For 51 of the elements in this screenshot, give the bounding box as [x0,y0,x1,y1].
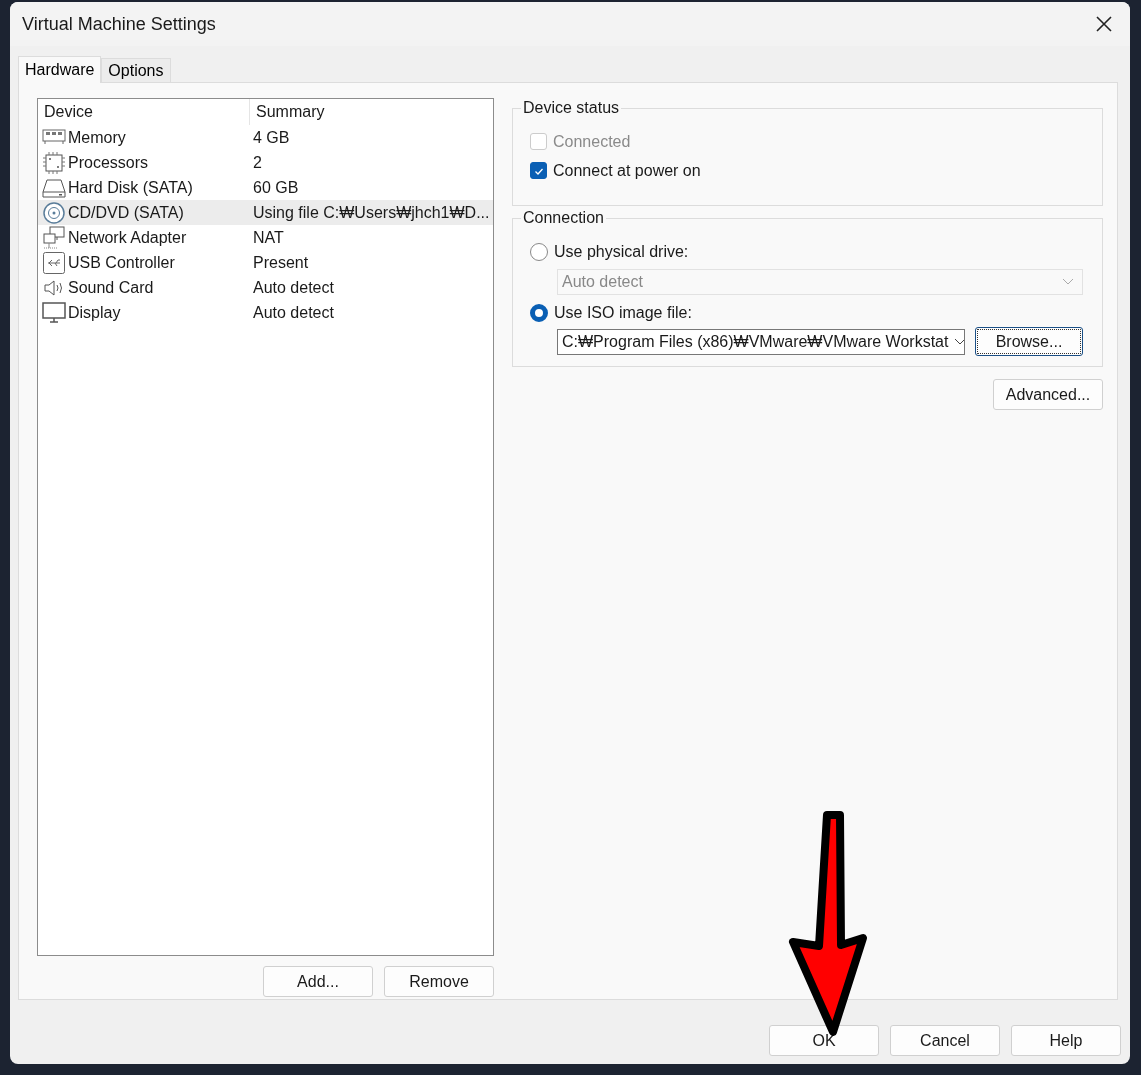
radio-label: Use physical drive: [554,242,689,261]
device-row[interactable]: Sound Card Auto detect [38,275,493,300]
device-summary: Auto detect [252,303,335,322]
device-name: CD/DVD (SATA) [68,203,184,222]
tab[interactable]: Options [101,58,171,82]
device-row[interactable]: Memory 4 GB [38,125,493,150]
column-header: Device [38,99,250,125]
device-summary: Auto detect [252,278,335,297]
checkbox[interactable] [530,162,547,179]
device-row[interactable]: Network Adapter NAT [38,225,493,250]
monitor-icon [42,300,66,325]
device-name: Processors [68,153,149,172]
network-computers-icon [42,225,66,250]
chevron-down-icon [954,337,964,346]
device-button[interactable]: Add... [263,966,373,997]
device-row[interactable]: Processors 2 [38,150,493,175]
window-title: Virtual Machine Settings [22,13,216,35]
tab[interactable]: Hardware [18,56,102,83]
chevron-down-icon [1062,278,1074,286]
device-summary: 2 [252,153,263,172]
checkbox-label: Connected [553,132,631,151]
device-summary: NAT [252,228,285,247]
device-summary: 60 GB [252,178,300,197]
processor-chip-icon [42,150,66,175]
checkbox-label: Connect at power on [553,161,701,180]
device-summary: Using file C:₩Users₩jhch1₩D... [252,203,491,222]
device-row[interactable]: USB Controller Present [38,250,493,275]
dropdown[interactable]: C:₩Program Files (x86)₩VMware₩VMware Workstat [557,328,965,355]
column-header: Summary [255,102,326,122]
device-row[interactable]: Hard Disk (SATA) 60 GB [38,175,493,200]
device-name: Hard Disk (SATA) [68,178,193,197]
device-row[interactable]: CD/DVD (SATA) Using file C:₩Users₩jhch1₩D... [38,200,493,225]
radio-label: Use ISO image file: [554,303,692,322]
dialog-button[interactable]: Help [1011,1025,1121,1056]
device-summary: 4 GB [252,128,291,147]
browse-button[interactable]: Browse... [975,327,1083,356]
disc-icon [42,200,66,225]
device-name: USB Controller [68,253,175,272]
device-name: Network Adapter [68,228,187,247]
device-name: Sound Card [68,278,154,297]
radio-button[interactable] [530,303,548,322]
usb-icon [42,250,66,275]
dialog-button[interactable]: Cancel [890,1025,1000,1056]
radio-button[interactable] [530,242,548,261]
device-row[interactable]: Display Auto detect [38,300,493,325]
device-button[interactable]: Remove [384,966,494,997]
advanced-button[interactable]: Advanced... [993,379,1103,410]
device-name: Memory [68,128,126,147]
device-name: Display [68,303,121,322]
dialog-button[interactable]: OK [769,1025,879,1056]
device-summary: Present [252,253,310,272]
